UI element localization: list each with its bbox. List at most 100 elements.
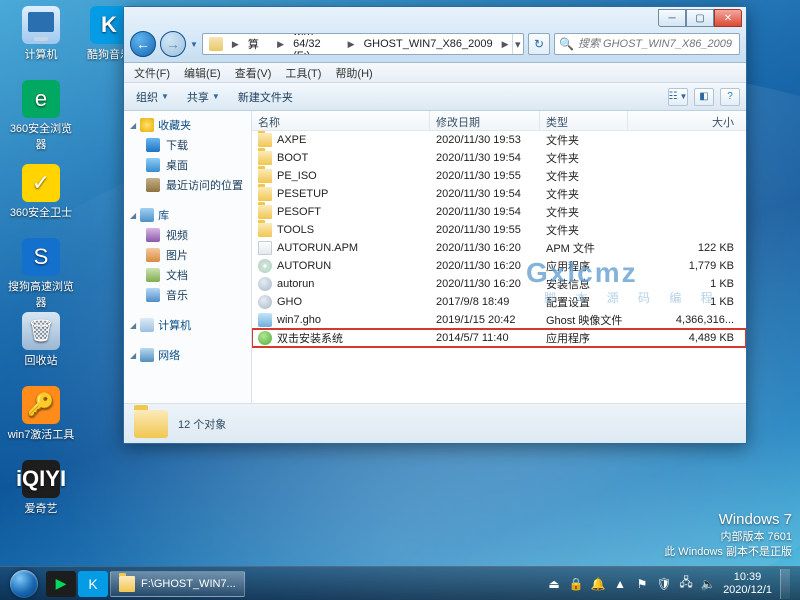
taskbar-pin-iqiyi[interactable]: ▶ xyxy=(46,571,76,597)
close-button[interactable]: ✕ xyxy=(714,9,742,27)
download-icon xyxy=(146,138,160,152)
nav-favorites-header[interactable]: 收藏夹 xyxy=(124,115,251,135)
tray-lock-icon[interactable]: 🔒 xyxy=(569,577,583,591)
file-row[interactable]: AXPE2020/11/30 19:53文件夹 xyxy=(252,131,746,149)
file-row[interactable]: BOOT2020/11/30 19:54文件夹 xyxy=(252,149,746,167)
preview-pane-button[interactable]: ◧ xyxy=(694,88,714,106)
refresh-button[interactable]: ↻ xyxy=(528,33,550,55)
network-icon xyxy=(140,348,154,362)
window-titlebar[interactable]: ─ ▢ ✕ ← → ▼ ▶ 计算机▶ win7-64/32 (F:)▶ GHOS… xyxy=(124,7,746,63)
maximize-button[interactable]: ▢ xyxy=(686,9,714,27)
tray-flag-icon[interactable]: ⚑ xyxy=(635,577,649,591)
menu-view[interactable]: 查看(V) xyxy=(229,63,278,83)
desktop-icon-computer[interactable]: 计算机 xyxy=(6,6,76,62)
col-type[interactable]: 类型 xyxy=(540,111,628,130)
file-date: 2020/11/30 19:55 xyxy=(436,170,546,182)
show-desktop-button[interactable] xyxy=(780,569,790,599)
search-input[interactable] xyxy=(578,38,735,50)
minimize-button[interactable]: ─ xyxy=(658,9,686,27)
col-date[interactable]: 修改日期 xyxy=(430,111,540,130)
nav-downloads[interactable]: 下载 xyxy=(124,135,251,155)
help-button[interactable]: ? xyxy=(720,88,740,106)
start-button[interactable] xyxy=(4,569,44,599)
nav-pictures[interactable]: 图片 xyxy=(124,245,251,265)
col-name[interactable]: 名称 xyxy=(252,111,430,130)
taskbar-pin-kugou[interactable]: K xyxy=(78,571,108,597)
organize-button[interactable]: 组织 ▼ xyxy=(130,86,175,108)
nav-music[interactable]: 音乐 xyxy=(124,285,251,305)
tray-volume-icon[interactable]: 🔈 xyxy=(701,577,715,591)
nav-network[interactable]: 网络 xyxy=(124,345,251,365)
file-type: 文件夹 xyxy=(546,186,634,202)
breadcrumb-dropdown[interactable]: ▾ xyxy=(512,34,523,54)
menu-bar: 文件(F) 编辑(E) 查看(V) 工具(T) 帮助(H) xyxy=(124,63,746,83)
nav-recent[interactable]: 最近访问的位置 xyxy=(124,175,251,195)
file-date: 2020/11/30 19:54 xyxy=(436,188,546,200)
tray-eject-icon[interactable]: ⏏ xyxy=(547,577,561,591)
nav-libraries-header[interactable]: 库 xyxy=(124,205,251,225)
file-row[interactable]: autorun2020/11/30 16:20安装信息1 KB xyxy=(252,275,746,293)
desktop-icon-360safe[interactable]: ✓360安全卫士 xyxy=(6,164,76,220)
nav-forward-button[interactable]: → xyxy=(160,31,186,57)
breadcrumb-seg-computer[interactable]: 计算机 xyxy=(242,34,274,54)
file-row[interactable]: PE_ISO2020/11/30 19:55文件夹 xyxy=(252,167,746,185)
file-size: 1 KB xyxy=(634,278,746,290)
nav-computer[interactable]: 计算机 xyxy=(124,315,251,335)
nav-back-button[interactable]: ← xyxy=(130,31,156,57)
recent-icon xyxy=(146,178,160,192)
breadcrumb[interactable]: ▶ 计算机▶ win7-64/32 (F:)▶ GHOST_WIN7_X86_2… xyxy=(202,33,524,55)
file-name: AUTORUN.APM xyxy=(277,242,358,254)
key-icon: 🔑 xyxy=(22,386,60,424)
menu-file[interactable]: 文件(F) xyxy=(128,63,176,83)
iqiyi-icon: iQIYI xyxy=(22,460,60,498)
360browser-icon: e xyxy=(22,80,60,118)
nav-desktop[interactable]: 桌面 xyxy=(124,155,251,175)
file-row[interactable]: PESETUP2020/11/30 19:54文件夹 xyxy=(252,185,746,203)
file-row[interactable]: 双击安装系统2014/5/7 11:40应用程序4,489 KB xyxy=(252,329,746,347)
file-name: PE_ISO xyxy=(277,170,317,182)
document-icon xyxy=(146,268,160,282)
file-row[interactable]: TOOLS2020/11/30 19:55文件夹 xyxy=(252,221,746,239)
file-type: 应用程序 xyxy=(546,330,634,346)
taskbar-item-explorer[interactable]: F:\GHOST_WIN7... xyxy=(110,571,245,597)
menu-tools[interactable]: 工具(T) xyxy=(279,63,327,83)
view-options-button[interactable]: ☷▼ xyxy=(668,88,688,106)
share-button[interactable]: 共享 ▼ xyxy=(181,86,226,108)
file-size: 1 KB xyxy=(634,296,746,308)
nav-documents[interactable]: 文档 xyxy=(124,265,251,285)
menu-edit[interactable]: 编辑(E) xyxy=(178,63,227,83)
library-icon xyxy=(140,208,154,222)
file-date: 2020/11/30 19:55 xyxy=(436,224,546,236)
desktop-icon-sogou[interactable]: S搜狗高速浏览器 xyxy=(6,238,76,310)
file-row[interactable]: GHO2017/9/8 18:49配置设置1 KB xyxy=(252,293,746,311)
menu-help[interactable]: 帮助(H) xyxy=(329,63,378,83)
tray-network-icon[interactable]: 🖧 xyxy=(679,577,693,591)
breadcrumb-seg-drive[interactable]: win7-64/32 (F:) xyxy=(287,34,345,54)
file-type: 应用程序 xyxy=(546,258,634,274)
tray-shield-icon[interactable]: 🛡 xyxy=(657,577,671,591)
file-date: 2020/11/30 16:20 xyxy=(436,278,546,290)
file-name: win7.gho xyxy=(277,314,321,326)
nav-videos[interactable]: 视频 xyxy=(124,225,251,245)
desktop-icon-win7activate[interactable]: 🔑win7激活工具 xyxy=(6,386,76,442)
file-row[interactable]: AUTORUN2020/11/30 16:20应用程序1,779 KB xyxy=(252,257,746,275)
file-type: Ghost 映像文件 xyxy=(546,312,634,328)
file-type-icon xyxy=(258,313,272,327)
nav-history-dropdown[interactable]: ▼ xyxy=(190,40,198,49)
file-size: 4,489 KB xyxy=(634,332,746,344)
col-size[interactable]: 大小 xyxy=(628,111,746,130)
taskbar-clock[interactable]: 10:392020/12/1 xyxy=(723,571,772,596)
breadcrumb-seg-folder[interactable]: GHOST_WIN7_X86_2009 xyxy=(358,34,499,54)
file-row[interactable]: win7.gho2019/1/15 20:42Ghost 映像文件4,366,3… xyxy=(252,311,746,329)
desktop-icon-360browser[interactable]: e360安全浏览器 xyxy=(6,80,76,152)
system-tray: ⏏ 🔒 🔔 ▲ ⚑ 🛡 🖧 🔈 10:392020/12/1 xyxy=(547,569,796,599)
file-row[interactable]: PESOFT2020/11/30 19:54文件夹 xyxy=(252,203,746,221)
file-date: 2014/5/7 11:40 xyxy=(436,332,546,344)
new-folder-button[interactable]: 新建文件夹 xyxy=(232,86,299,108)
desktop-icon-iqiyi[interactable]: iQIYI爱奇艺 xyxy=(6,460,76,516)
search-box[interactable]: 🔍 xyxy=(554,33,740,55)
desktop-icon-recyclebin[interactable]: 🗑回收站 xyxy=(6,312,76,368)
file-row[interactable]: AUTORUN.APM2020/11/30 16:20APM 文件122 KB xyxy=(252,239,746,257)
tray-notify-icon[interactable]: 🔔 xyxy=(591,577,605,591)
tray-overflow-button[interactable]: ▲ xyxy=(613,577,627,591)
